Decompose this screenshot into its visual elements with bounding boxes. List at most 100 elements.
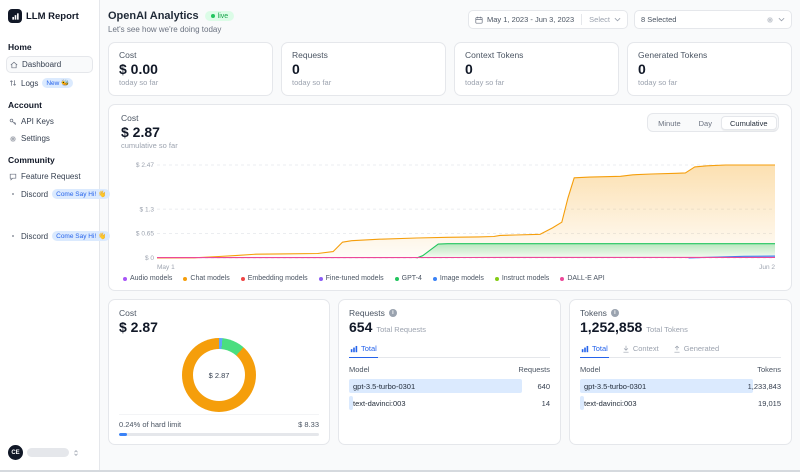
tokens-total: 1,252,858 (580, 319, 642, 335)
requests-total: 654 (349, 319, 372, 335)
stat-card-label: Cost (119, 50, 262, 60)
sidebar-item-label: API Keys (21, 117, 54, 126)
legend-label: Chat models (190, 275, 229, 282)
cost-donut-chart: $ 2.87 (182, 338, 256, 412)
sidebar-item-feature-request[interactable]: Feature Request (6, 169, 93, 184)
legend-label: Fine-tuned models (326, 275, 384, 282)
requests-tabs: Total (349, 342, 550, 358)
tab-context[interactable]: Context (621, 342, 660, 358)
live-badge: live (205, 11, 235, 21)
sidebar-item-discord[interactable]: DiscordCome Say Hi! 👋 (6, 228, 93, 244)
column-header-tokens: Tokens (757, 365, 781, 374)
legend-dot-icon (395, 277, 399, 281)
row-value: 640 (537, 382, 550, 391)
tab-label: Generated (684, 344, 719, 353)
model-name: gpt-3.5-turbo-0301 (580, 382, 646, 391)
page-subtitle: Let's see how we're doing today (108, 25, 234, 34)
sidebar-item-label: Logs (21, 79, 38, 88)
sidebar-item-discord[interactable]: DiscordCome Say Hi! 👋 (6, 186, 93, 202)
legend-item-image-models: Image models (433, 275, 484, 282)
date-preset-select[interactable]: Select (589, 15, 610, 24)
legend-item-instruct-models: Instruct models (495, 275, 549, 282)
stat-card-label: Generated Tokens (638, 50, 781, 60)
tokens-card: Tokens i 1,252,858 Total Tokens Total Con… (569, 299, 792, 445)
avatar[interactable]: CE (8, 445, 23, 460)
cost-summary-value: $ 2.87 (119, 319, 319, 335)
models-filter-select[interactable]: 8 Selected (634, 10, 792, 29)
legend-label: Instruct models (502, 275, 549, 282)
legend-item-dall-e-api: DALL-E API (560, 275, 604, 282)
tokens-table: gpt-3.5-turbo-0301 1,233,843 text-davinci:… (580, 379, 781, 410)
toggle-cumulative[interactable]: Cumulative (721, 116, 777, 130)
requests-card: Requests i 654 Total Requests Total Mode… (338, 299, 561, 445)
username-skeleton (27, 448, 69, 457)
nav-heading-community: Community (8, 155, 91, 165)
models-filter-value: 8 Selected (641, 15, 676, 24)
info-icon[interactable]: i (611, 309, 619, 317)
llm-report-logo-icon (8, 9, 22, 23)
column-header-model: Model (349, 365, 369, 374)
chart-card-label: Cost (121, 113, 178, 123)
cost-area-chart: $ 2.47$ 1.3$ 0.65$ 0May 1Jun 2 (121, 154, 781, 272)
sidebar-item-label: Discord (21, 232, 48, 241)
sidebar-item-label: Discord (21, 190, 48, 199)
legend-dot-icon (495, 277, 499, 281)
toggle-minute[interactable]: Minute (649, 116, 690, 130)
cost-summary-card: Cost $ 2.87 $ 2.87 0.24% of hard limit $… (108, 299, 330, 445)
nav-item-badge: Come Say Hi! 👋 (52, 231, 110, 241)
gear-icon (9, 135, 17, 143)
logs-icon (9, 79, 17, 87)
page-title: OpenAI Analytics (108, 10, 199, 22)
bar-icon (350, 345, 358, 353)
divider (581, 14, 582, 25)
legend-label: Image models (440, 275, 484, 282)
model-name: text-davinci:003 (580, 399, 637, 408)
stat-card-sub: today so far (119, 78, 262, 87)
row-value: 1,233,843 (748, 382, 781, 391)
page-header: OpenAI Analytics live Let's see how we'r… (108, 8, 792, 42)
legend-dot-icon (433, 277, 437, 281)
legend-dot-icon (183, 277, 187, 281)
table-row: gpt-3.5-turbo-0301640 (349, 379, 550, 393)
svg-text:$ 0: $ 0 (145, 255, 154, 262)
sidebar-item-settings[interactable]: Settings (6, 131, 93, 146)
sidebar-item-label: Feature Request (21, 172, 81, 181)
stat-card-value: 0 (638, 61, 781, 77)
tab-generated[interactable]: Generated (672, 342, 720, 358)
table-row: text-davinci:00314 (349, 396, 550, 410)
legend-label: GPT-4 (402, 275, 422, 282)
gear-icon (766, 16, 774, 24)
dot-icon (9, 232, 17, 240)
info-icon[interactable]: i (389, 309, 397, 317)
sidebar-item-api-keys[interactable]: API Keys (6, 114, 93, 129)
legend-item-gpt-4: GPT-4 (395, 275, 422, 282)
user-menu[interactable]: CE (6, 443, 93, 462)
nav-item-badge: Come Say Hi! 👋 (52, 189, 110, 199)
hard-limit-value: $ 8.33 (298, 420, 319, 429)
sidebar-item-dashboard[interactable]: Dashboard (6, 56, 93, 73)
bottom-cards-row: Cost $ 2.87 $ 2.87 0.24% of hard limit $… (108, 299, 792, 445)
stat-card-generated-tokens: Generated Tokens0today so far (627, 42, 792, 96)
hard-limit-text: 0.24% of hard limit (119, 420, 181, 429)
dot-icon (9, 190, 17, 198)
column-header-requests: Requests (518, 365, 550, 374)
stat-card-context-tokens: Context Tokens0today so far (454, 42, 619, 96)
legend-item-audio-models: Audio models (123, 275, 172, 282)
tokens-card-title: Tokens (580, 308, 607, 318)
sidebar-item-logs[interactable]: LogsNew 🐝 (6, 75, 93, 91)
date-range-picker[interactable]: May 1, 2023 - Jun 3, 2023 Select (468, 10, 628, 29)
granularity-toggle-group: MinuteDayCumulative (647, 113, 779, 132)
svg-text:$ 1.3: $ 1.3 (140, 206, 155, 213)
app-logo[interactable]: LLM Report (6, 8, 93, 33)
legend-dot-icon (123, 277, 127, 281)
tab-total[interactable]: Total (349, 342, 378, 358)
svg-text:Jun 2: Jun 2 (759, 264, 775, 271)
chart-card-sub: cumulative so far (121, 141, 178, 150)
tab-total[interactable]: Total (580, 342, 609, 358)
sidebar: LLM Report HomeDashboardLogsNew 🐝Account… (0, 0, 100, 472)
tab-label: Total (592, 344, 608, 353)
toggle-day[interactable]: Day (690, 116, 721, 130)
home-icon (10, 61, 18, 69)
legend-item-chat-models: Chat models (183, 275, 229, 282)
tokens-tabs: Total Context Generated (580, 342, 781, 358)
